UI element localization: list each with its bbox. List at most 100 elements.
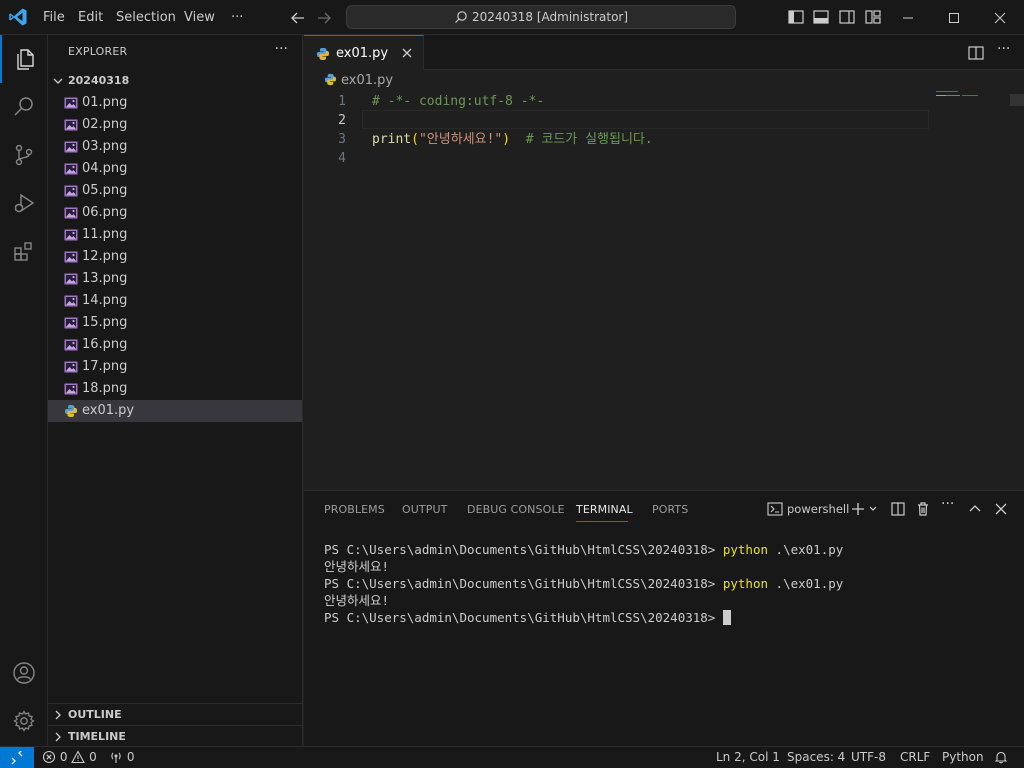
- accounts-button[interactable]: [0, 649, 48, 697]
- file-item[interactable]: 14.png: [48, 290, 302, 312]
- terminal-output-text: 안녕하세요!: [324, 593, 390, 608]
- close-window-button[interactable]: [977, 0, 1023, 35]
- toggle-secondary-sidebar-icon[interactable]: [838, 8, 856, 26]
- sidebar-title: EXPLORER: [68, 45, 128, 58]
- image-file-icon: [64, 119, 78, 131]
- file-item[interactable]: 05.png: [48, 180, 302, 202]
- file-name: 15.png: [82, 315, 128, 330]
- terminal-line: 안녕하세요!: [324, 592, 389, 609]
- forward-arrow-icon[interactable]: [314, 8, 334, 28]
- customize-layout-icon[interactable]: [864, 8, 882, 26]
- tab-terminal[interactable]: TERMINAL: [576, 503, 633, 516]
- cursor-position[interactable]: Ln 2, Col 1: [716, 747, 780, 768]
- ports-count: 0: [126, 750, 135, 764]
- tab-label: ex01.py: [336, 46, 389, 61]
- warning-count: 0: [89, 750, 97, 764]
- command-center[interactable]: 20240318 [Administrator]: [346, 5, 736, 29]
- terminal-cursor: [722, 610, 731, 625]
- file-item[interactable]: 12.png: [48, 246, 302, 268]
- manage-button[interactable]: [0, 697, 48, 745]
- chevron-down-icon[interactable]: [868, 500, 878, 518]
- file-item[interactable]: 11.png: [48, 224, 302, 246]
- menu-more[interactable]: ···: [224, 0, 250, 35]
- file-item[interactable]: 02.png: [48, 114, 302, 136]
- minimize-button[interactable]: [885, 0, 931, 35]
- tab-output[interactable]: OUTPUT: [402, 503, 447, 516]
- image-file-icon: [64, 295, 78, 307]
- split-terminal-icon[interactable]: [890, 500, 906, 518]
- file-item[interactable]: 18.png: [48, 378, 302, 400]
- terminal-powershell-icon: [767, 502, 783, 516]
- breadcrumb[interactable]: ex01.py: [324, 73, 393, 88]
- problems-status[interactable]: 0 0: [42, 747, 97, 768]
- indentation-status[interactable]: Spaces: 4: [787, 747, 845, 768]
- source-control-view-button[interactable]: [0, 131, 48, 179]
- maximize-panel-icon[interactable]: [967, 500, 983, 518]
- new-terminal-icon[interactable]: [850, 500, 866, 518]
- bottom-panel: PROBLEMS OUTPUT DEBUG CONSOLE TERMINAL P…: [304, 490, 1024, 746]
- file-item[interactable]: 15.png: [48, 312, 302, 334]
- eol-status[interactable]: CRLF: [900, 747, 930, 768]
- outline-section[interactable]: OUTLINE: [48, 703, 302, 725]
- extensions-icon: [14, 242, 32, 261]
- terminal-output-text: 안녕하세요!: [324, 559, 390, 574]
- status-bar: 0 0 0 Ln 2, Col 1 Spaces: 4 UTF-8 CRLF P…: [0, 746, 1024, 768]
- tab-ex01-py[interactable]: ex01.py: [304, 35, 424, 70]
- close-tab-icon[interactable]: [400, 46, 414, 60]
- file-item[interactable]: 13.png: [48, 268, 302, 290]
- toggle-panel-icon[interactable]: [812, 8, 830, 26]
- folder-header[interactable]: 20240318: [48, 70, 302, 92]
- explorer-view-button[interactable]: [0, 35, 48, 83]
- code-line-3: print("안녕하세요!") # 코드가 실행됩니다.: [372, 130, 653, 149]
- file-item[interactable]: 04.png: [48, 158, 302, 180]
- menu-edit[interactable]: Edit: [71, 0, 110, 35]
- image-file-icon: [64, 97, 78, 109]
- editor-scrollbar[interactable]: [1010, 94, 1024, 106]
- run-debug-view-button[interactable]: [0, 179, 48, 227]
- extensions-view-button[interactable]: [0, 227, 48, 275]
- notifications-button[interactable]: [994, 747, 1008, 768]
- encoding-status[interactable]: UTF-8: [851, 747, 886, 768]
- code-paren: (: [411, 132, 419, 147]
- broadcast-icon: [111, 752, 121, 763]
- search-view-button[interactable]: [0, 83, 48, 131]
- folder-name: 20240318: [68, 74, 130, 87]
- language-mode[interactable]: Python: [942, 747, 984, 768]
- terminal-line: PS C:\Users\admin\Documents\GitHub\HtmlC…: [324, 575, 843, 592]
- trash-icon[interactable]: [915, 500, 931, 518]
- file-item[interactable]: 16.png: [48, 334, 302, 356]
- tab-problems[interactable]: PROBLEMS: [324, 503, 385, 516]
- file-item[interactable]: 06.png: [48, 202, 302, 224]
- python-file-icon: [317, 48, 329, 60]
- menu-file[interactable]: File: [36, 0, 72, 35]
- panel-more-button[interactable]: ···: [941, 496, 954, 514]
- menu-view[interactable]: View: [177, 0, 222, 35]
- close-panel-icon[interactable]: [993, 500, 1009, 518]
- image-file-icon: [64, 361, 78, 373]
- ports-status[interactable]: 0: [109, 747, 134, 768]
- gear-icon: [13, 710, 35, 732]
- menu-selection[interactable]: Selection: [109, 0, 183, 35]
- terminal-shell-selector[interactable]: powershell: [767, 500, 849, 518]
- split-editor-icon[interactable]: [967, 44, 985, 62]
- remote-indicator-button[interactable]: [0, 747, 34, 768]
- tab-ports[interactable]: PORTS: [652, 503, 688, 516]
- timeline-section[interactable]: TIMELINE: [48, 725, 302, 747]
- toggle-primary-sidebar-icon[interactable]: [787, 8, 805, 26]
- image-file-icon: [64, 141, 78, 153]
- sidebar-more-button[interactable]: ···: [275, 41, 288, 57]
- code-editor[interactable]: ex01.py 1 2 3 4 # -*- coding:utf-8 -*- p…: [304, 70, 1024, 490]
- file-item[interactable]: ex01.py: [48, 400, 302, 422]
- source-control-icon: [15, 144, 33, 166]
- file-name: 03.png: [82, 139, 128, 154]
- file-item[interactable]: 01.png: [48, 92, 302, 114]
- editor-more-button[interactable]: ···: [997, 41, 1010, 57]
- file-name: 06.png: [82, 205, 128, 220]
- file-item[interactable]: 03.png: [48, 136, 302, 158]
- minimap[interactable]: [936, 90, 996, 102]
- back-arrow-icon[interactable]: [288, 8, 308, 28]
- file-item[interactable]: 17.png: [48, 356, 302, 378]
- run-debug-icon: [14, 193, 35, 213]
- tab-debug-console[interactable]: DEBUG CONSOLE: [467, 503, 565, 516]
- maximize-button[interactable]: [931, 0, 977, 35]
